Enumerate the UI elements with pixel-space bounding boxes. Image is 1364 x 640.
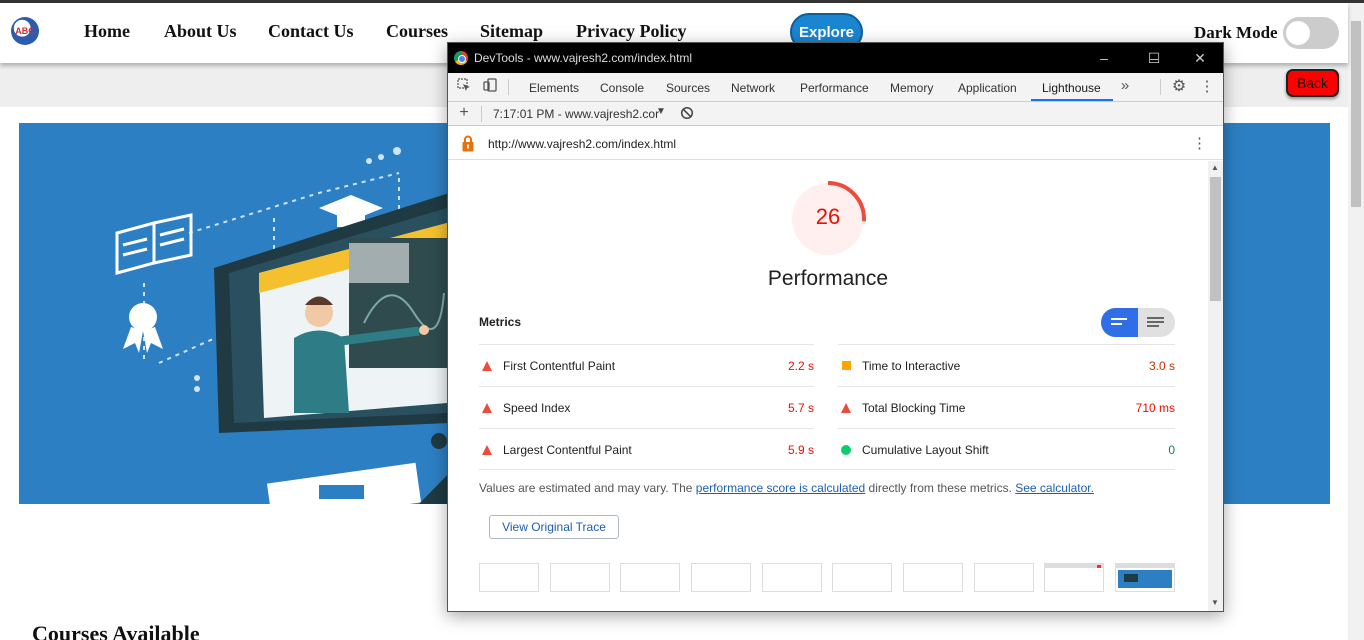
- settings-gear-icon[interactable]: ⚙: [1169, 77, 1189, 97]
- toggle-knob: [1286, 21, 1310, 45]
- lighthouse-report-bar: + 7:17:01 PM - www.vajresh2.cor ▼: [448, 102, 1223, 126]
- lighthouse-report: 26 Performance Metrics First Contentful …: [448, 161, 1208, 611]
- scroll-down-arrow-icon[interactable]: ▼: [1211, 598, 1219, 607]
- report-url-bar: http://www.vajresh2.com/index.html ⋮: [448, 127, 1223, 160]
- filmstrip-frame: [1044, 563, 1104, 592]
- metric-label: Largest Contentful Paint: [503, 443, 632, 457]
- metric-value: 0: [1168, 443, 1175, 457]
- page-scrollbar-thumb[interactable]: [1351, 21, 1361, 207]
- fail-triangle-icon: [482, 361, 492, 371]
- insecure-lock-icon: [462, 135, 474, 152]
- view-original-trace-button[interactable]: View Original Trace: [489, 515, 619, 539]
- see-calculator-link[interactable]: See calculator.: [1015, 481, 1094, 495]
- tab-network[interactable]: Network: [731, 81, 775, 95]
- filmstrip-frame: [832, 563, 892, 592]
- toolbar-separator: [1160, 79, 1161, 95]
- metric-row: Cumulative Layout Shift 0: [838, 428, 1175, 470]
- tab-application[interactable]: Application: [958, 81, 1017, 95]
- back-button[interactable]: Back: [1286, 69, 1339, 97]
- toolbar-separator: [481, 106, 482, 122]
- tab-lighthouse[interactable]: Lighthouse: [1042, 81, 1101, 95]
- filmstrip-frame: [974, 563, 1034, 592]
- fail-triangle-icon: [482, 403, 492, 413]
- nav-link-contact-us[interactable]: Contact Us: [268, 21, 354, 42]
- filmstrip-frame: [479, 563, 539, 592]
- metric-value: 3.0 s: [1148, 359, 1175, 373]
- courses-heading: Courses Available: [32, 621, 200, 640]
- metric-value: 710 ms: [1135, 401, 1175, 415]
- metrics-heading: Metrics: [479, 315, 522, 329]
- new-report-plus-icon[interactable]: +: [454, 103, 474, 123]
- nav-link-home[interactable]: Home: [84, 21, 130, 42]
- filmstrip-frame: [620, 563, 680, 592]
- tab-performance[interactable]: Performance: [800, 81, 869, 95]
- performance-score: 26: [815, 204, 841, 229]
- filmstrip-frame: [550, 563, 610, 592]
- devtools-window: DevTools - www.vajresh2.com/index.html –…: [447, 42, 1224, 612]
- report-selector[interactable]: 7:17:01 PM - www.vajresh2.cor: [493, 107, 659, 121]
- more-tabs-icon[interactable]: »: [1115, 76, 1135, 96]
- tab-sources[interactable]: Sources: [666, 81, 710, 95]
- toolbar-separator: [508, 79, 509, 95]
- scroll-up-arrow-icon[interactable]: ▲: [1211, 163, 1219, 172]
- page-scrollbar[interactable]: [1348, 3, 1364, 640]
- devtools-scrollbar-thumb[interactable]: [1210, 177, 1221, 301]
- metric-row: Speed Index 5.7 s: [479, 386, 814, 428]
- metric-value: 5.9 s: [787, 443, 814, 457]
- metric-label: First Contentful Paint: [503, 359, 616, 373]
- nav-link-about-us[interactable]: About Us: [164, 21, 237, 42]
- filmstrip-frame: [903, 563, 963, 592]
- pass-circle-icon: [841, 445, 851, 455]
- fail-triangle-icon: [482, 445, 492, 455]
- minimize-button[interactable]: –: [1094, 48, 1114, 68]
- devtools-scrollbar[interactable]: ▲ ▼: [1208, 161, 1223, 611]
- metric-value: 5.7 s: [787, 401, 814, 415]
- category-title: Performance: [767, 267, 889, 290]
- average-square-icon: [842, 361, 851, 370]
- dark-mode-label: Dark Mode: [1194, 23, 1278, 42]
- tab-memory[interactable]: Memory: [890, 81, 933, 95]
- report-menu-icon[interactable]: ⋮: [1192, 134, 1207, 152]
- nav-link-privacy-policy[interactable]: Privacy Policy: [576, 21, 686, 42]
- clear-reports-icon[interactable]: [680, 106, 694, 123]
- nav-link-sitemap[interactable]: Sitemap: [480, 21, 543, 42]
- metrics-view-toggle[interactable]: [1101, 308, 1175, 337]
- metric-row: Time to Interactive 3.0 s: [838, 344, 1175, 386]
- kebab-menu-icon[interactable]: ⋮: [1197, 77, 1217, 97]
- metric-label: Total Blocking Time: [862, 401, 966, 415]
- metric-label: Cumulative Layout Shift: [862, 443, 989, 457]
- score-calculated-link[interactable]: performance score is calculated: [696, 481, 865, 495]
- metric-label: Speed Index: [503, 401, 571, 415]
- dark-mode-toggle[interactable]: [1283, 17, 1339, 49]
- fail-triangle-icon: [841, 403, 851, 413]
- devtools-window-title: DevTools - www.vajresh2.com/index.html: [474, 51, 693, 65]
- metrics-divider: [479, 469, 1175, 470]
- tab-console[interactable]: Console: [600, 81, 644, 95]
- filmstrip-frame: [1115, 563, 1175, 592]
- report-dropdown-arrow-icon[interactable]: ▼: [656, 106, 666, 117]
- compact-view-button[interactable]: [1101, 308, 1138, 337]
- report-url[interactable]: http://www.vajresh2.com/index.html: [488, 137, 676, 151]
- book-icon: [115, 213, 193, 275]
- metric-label: Time to Interactive: [862, 359, 961, 373]
- nav-link-courses[interactable]: Courses: [386, 21, 448, 42]
- filmstrip-frame: [691, 563, 751, 592]
- estimate-note: Values are estimated and may vary. The p…: [479, 481, 1094, 495]
- metric-row: Total Blocking Time 710 ms: [838, 386, 1175, 428]
- metric-row: First Contentful Paint 2.2 s: [479, 344, 814, 386]
- site-logo[interactable]: ABC: [11, 17, 39, 45]
- chrome-icon: [454, 51, 468, 65]
- active-tab-indicator: [1031, 99, 1113, 101]
- maximize-button[interactable]: ☐: [1144, 48, 1164, 68]
- inspect-element-icon[interactable]: [454, 77, 474, 97]
- metric-row: Largest Contentful Paint 5.9 s: [479, 428, 814, 470]
- award-icon: [123, 303, 163, 353]
- devtools-tab-bar: Elements Console Sources Network Perform…: [448, 73, 1223, 102]
- metric-value: 2.2 s: [787, 359, 814, 373]
- close-button[interactable]: ✕: [1190, 48, 1210, 68]
- filmstrip-frame: [762, 563, 822, 592]
- device-toolbar-icon[interactable]: [480, 77, 500, 97]
- tab-elements[interactable]: Elements: [529, 81, 579, 95]
